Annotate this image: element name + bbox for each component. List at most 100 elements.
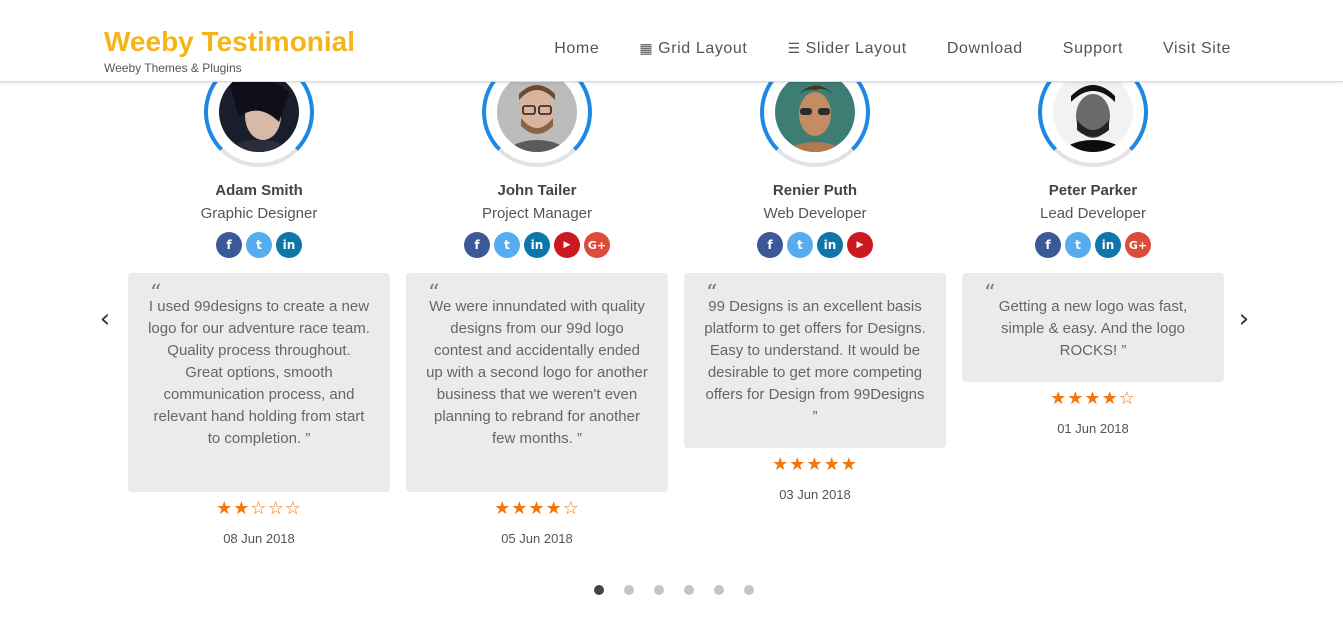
star-filled-icon: ★ <box>823 454 841 475</box>
testimonial-date: 03 Jun 2018 <box>779 487 851 502</box>
youtube-icon[interactable]: ▶ <box>554 232 580 258</box>
avatar <box>1053 72 1133 152</box>
nav-download[interactable]: Download <box>947 40 1023 58</box>
person-role: Graphic Designer <box>200 205 318 222</box>
star-filled-icon: ★ <box>1084 388 1102 409</box>
star-filled-icon: ★ <box>528 498 546 519</box>
testimonial-date: 05 Jun 2018 <box>501 531 573 546</box>
avatar <box>497 72 577 152</box>
quote-box: “ I used 99designs to create a new logo … <box>128 273 390 492</box>
quote-text: We were innundated with quality designs … <box>426 298 648 447</box>
site-tagline: Weeby Themes & Plugins <box>104 61 242 75</box>
slider-pagination <box>594 585 754 595</box>
social-links: f t in <box>128 232 390 258</box>
nav-label: Visit Site <box>1163 40 1231 57</box>
social-links: f t in ▶ <box>684 232 946 258</box>
next-arrow-icon[interactable]: › <box>1232 306 1256 334</box>
star-rating: ★★★★☆ <box>406 498 668 519</box>
nav-label: Support <box>1062 40 1124 57</box>
person-name: Adam Smith <box>215 182 303 199</box>
star-empty-icon: ☆ <box>562 498 580 519</box>
linkedin-icon[interactable]: in <box>276 232 302 258</box>
testimonial-slider: ‹ › Adam Smith Graphic Designer f t in “… <box>0 0 1343 632</box>
star-rating: ★★★★★ <box>684 454 946 475</box>
quote-open-icon: “ <box>706 281 718 306</box>
google-plus-icon[interactable]: G+ <box>1125 232 1151 258</box>
avatar <box>775 72 855 152</box>
star-filled-icon: ★ <box>233 498 251 519</box>
person-name: Renier Puth <box>772 182 858 199</box>
person-role: Web Developer <box>763 205 867 222</box>
testimonial-date: 01 Jun 2018 <box>1057 421 1129 436</box>
star-filled-icon: ★ <box>789 454 807 475</box>
testimonial-date: 08 Jun 2018 <box>223 531 295 546</box>
nav-visit-site[interactable]: Visit Site <box>1163 40 1231 58</box>
pagination-dot-6[interactable] <box>744 585 754 595</box>
linkedin-icon[interactable]: in <box>817 232 843 258</box>
prev-arrow-icon[interactable]: ‹ <box>93 306 117 334</box>
quote-text: Getting a new logo was fast, simple & ea… <box>998 298 1188 359</box>
google-plus-icon[interactable]: G+ <box>584 232 610 258</box>
facebook-icon[interactable]: f <box>216 232 242 258</box>
linkedin-icon[interactable]: in <box>524 232 550 258</box>
twitter-icon[interactable]: t <box>787 232 813 258</box>
nav-slider-layout[interactable]: ☰ Slider Layout <box>787 40 906 58</box>
person-role: Project Manager <box>481 205 593 222</box>
star-filled-icon: ★ <box>545 498 563 519</box>
nav-grid-layout[interactable]: ▦ Grid Layout <box>639 40 747 58</box>
star-rating: ★★★★☆ <box>962 388 1224 409</box>
star-empty-icon: ☆ <box>284 498 302 519</box>
pagination-dot-1[interactable] <box>594 585 604 595</box>
social-links: f t in G+ <box>962 232 1224 258</box>
facebook-icon[interactable]: f <box>464 232 490 258</box>
nav-label: Slider Layout <box>805 40 907 57</box>
nav-label: Home <box>554 40 600 57</box>
person-role: Lead Developer <box>1040 205 1146 222</box>
grid-icon: ▦ <box>639 41 654 57</box>
twitter-icon[interactable]: t <box>246 232 272 258</box>
person-name: John Tailer <box>497 182 577 199</box>
avatar <box>219 72 299 152</box>
youtube-icon[interactable]: ▶ <box>847 232 873 258</box>
star-empty-icon: ☆ <box>1118 388 1136 409</box>
star-filled-icon: ★ <box>806 454 824 475</box>
star-filled-icon: ★ <box>1101 388 1119 409</box>
nav-label: Download <box>946 40 1023 57</box>
quote-text: I used 99designs to create a new logo fo… <box>148 298 370 447</box>
quote-open-icon: “ <box>984 281 996 306</box>
site-header: Weeby Testimonial Weeby Themes & Plugins… <box>0 0 1343 82</box>
twitter-icon[interactable]: t <box>494 232 520 258</box>
star-filled-icon: ★ <box>216 498 234 519</box>
sliders-icon: ☰ <box>787 41 801 57</box>
nav-home[interactable]: Home <box>554 40 599 58</box>
star-filled-icon: ★ <box>1050 388 1068 409</box>
star-filled-icon: ★ <box>772 454 790 475</box>
facebook-icon[interactable]: f <box>757 232 783 258</box>
star-filled-icon: ★ <box>494 498 512 519</box>
social-links: f t in ▶ G+ <box>406 232 668 258</box>
twitter-icon[interactable]: t <box>1065 232 1091 258</box>
site-logo[interactable]: Weeby Testimonial <box>104 26 355 58</box>
nav-label: Grid Layout <box>658 40 748 57</box>
pagination-dot-4[interactable] <box>684 585 694 595</box>
quote-box: “ We were innundated with quality design… <box>406 273 668 492</box>
star-empty-icon: ☆ <box>267 498 285 519</box>
pagination-dot-2[interactable] <box>624 585 634 595</box>
star-rating: ★★☆☆☆ <box>128 498 390 519</box>
main-nav: Home ▦ Grid Layout ☰ Slider Layout Downloa… <box>554 40 1231 58</box>
star-filled-icon: ★ <box>511 498 529 519</box>
pagination-dot-5[interactable] <box>714 585 724 595</box>
star-empty-icon: ☆ <box>250 498 268 519</box>
person-name: Peter Parker <box>1048 182 1138 199</box>
pagination-dot-3[interactable] <box>654 585 664 595</box>
quote-open-icon: “ <box>428 281 440 306</box>
star-filled-icon: ★ <box>840 454 858 475</box>
nav-support[interactable]: Support <box>1063 40 1123 58</box>
quote-text: 99 Designs is an excellent basis platfor… <box>704 298 926 425</box>
star-filled-icon: ★ <box>1067 388 1085 409</box>
facebook-icon[interactable]: f <box>1035 232 1061 258</box>
quote-box: “ Getting a new logo was fast, simple & … <box>962 273 1224 382</box>
quote-box: “ 99 Designs is an excellent basis platf… <box>684 273 946 448</box>
linkedin-icon[interactable]: in <box>1095 232 1121 258</box>
quote-open-icon: “ <box>150 281 162 306</box>
